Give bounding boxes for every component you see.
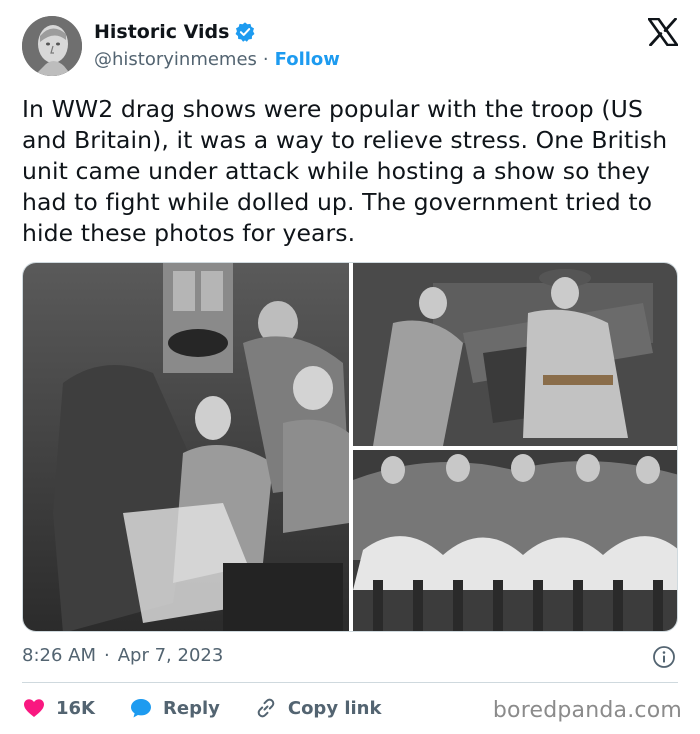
heart-icon (24, 699, 44, 717)
copy-link-label: Copy link (287, 697, 382, 719)
link-icon (257, 698, 275, 718)
handle-separator: · (262, 49, 269, 70)
timestamp-separator: · (104, 645, 110, 666)
photo-gun-crew[interactable] (353, 263, 677, 446)
follow-button[interactable]: Follow (275, 49, 340, 70)
tweet-timestamp[interactable]: 8:26 AM · Apr 7, 2023 (22, 645, 223, 666)
action-bar: 16K Reply Copy link (22, 694, 415, 722)
like-button[interactable]: 16K (22, 696, 95, 720)
site-watermark: boredpanda.com (492, 698, 682, 723)
author-handle-row: @historyinmemes · Follow (94, 49, 340, 70)
author-name-row[interactable]: Historic Vids (94, 21, 256, 43)
verified-badge-icon (235, 22, 255, 42)
photo-soldiers-makeup[interactable] (23, 263, 349, 631)
tweet-date: Apr 7, 2023 (117, 645, 224, 666)
tweet-text: In WW2 drag shows were popular with the … (22, 95, 668, 247)
info-icon[interactable] (652, 645, 676, 669)
divider (22, 682, 678, 683)
tweet-time: 8:26 AM (22, 645, 96, 666)
reply-button[interactable]: Reply (129, 696, 220, 720)
copy-link-button[interactable]: Copy link (254, 696, 382, 720)
avatar[interactable] (22, 16, 82, 76)
photo-chorus-line[interactable] (353, 450, 677, 631)
x-logo-icon[interactable] (648, 18, 678, 46)
author-name[interactable]: Historic Vids (94, 21, 229, 43)
like-count: 16K (56, 697, 95, 719)
media-grid (22, 262, 678, 632)
speech-bubble-icon (131, 699, 151, 718)
reply-label: Reply (163, 697, 220, 719)
author-handle[interactable]: @historyinmemes (94, 49, 257, 70)
